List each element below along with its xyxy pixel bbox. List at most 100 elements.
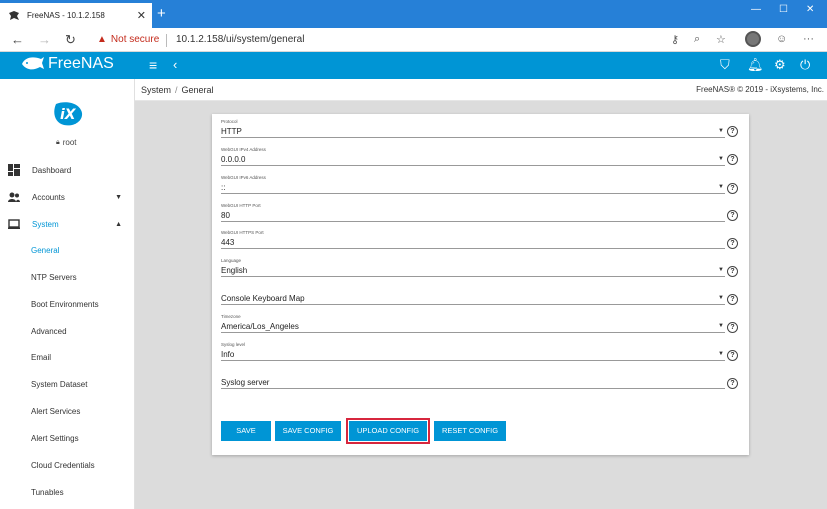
field-value: English ▼ bbox=[221, 264, 725, 277]
console-keyboard-map-select[interactable]: Console Keyboard Map ▼ bbox=[221, 286, 725, 305]
hamburger-menu-icon[interactable]: ≡ bbox=[149, 57, 157, 73]
help-icon[interactable]: ? bbox=[727, 210, 738, 221]
minimize-icon[interactable]: — bbox=[751, 4, 761, 15]
zoom-icon[interactable]: ⌕ bbox=[694, 33, 700, 46]
syslog-level-select[interactable]: Syslog level Info ▼ bbox=[221, 342, 725, 361]
dropdown-arrow-icon: ▼ bbox=[718, 128, 724, 134]
sidebar-subitem-email[interactable]: Email bbox=[31, 353, 51, 362]
key-icon[interactable]: ⚷ bbox=[671, 33, 679, 46]
window-close-icon[interactable]: ✕ bbox=[806, 4, 814, 15]
help-icon[interactable]: ? bbox=[727, 183, 738, 194]
help-icon[interactable]: ? bbox=[727, 238, 738, 249]
brand-name: FreeNAS bbox=[48, 55, 114, 72]
help-icon[interactable]: ? bbox=[727, 294, 738, 305]
sidebar-subitem-boot-environments[interactable]: Boot Environments bbox=[31, 300, 99, 309]
protocol-select[interactable]: Protocol HTTP ▼ bbox=[221, 119, 725, 138]
help-icon[interactable]: ? bbox=[727, 322, 738, 333]
new-tab-icon[interactable]: + bbox=[157, 5, 166, 22]
https-port-input[interactable]: WebGUI HTTPS Port 443 bbox=[221, 230, 725, 249]
favorite-star-icon[interactable]: ☆ bbox=[716, 33, 726, 46]
http-port-input[interactable]: WebGUI HTTP Port 80 bbox=[221, 203, 725, 222]
field-value: America/Los_Angeles ▼ bbox=[221, 320, 725, 333]
maximize-icon[interactable]: ☐ bbox=[779, 4, 788, 15]
field-value-text: English bbox=[221, 266, 248, 275]
emoji-feedback-icon[interactable]: ☺ bbox=[776, 33, 787, 45]
sidebar-subitem-cloud-credentials[interactable]: Cloud Credentials bbox=[31, 461, 95, 470]
field-value: Info ▼ bbox=[221, 348, 725, 361]
sidebar-item-system[interactable]: System ▲ bbox=[0, 214, 135, 234]
field-value-text: America/Los_Angeles bbox=[221, 322, 299, 331]
field-value: Syslog server bbox=[221, 376, 725, 389]
help-icon[interactable]: ? bbox=[727, 378, 738, 389]
address-separator bbox=[166, 34, 167, 47]
power-icon[interactable]: ⏻ bbox=[800, 57, 810, 73]
sidebar: iX 🔒︎ root Dashboard Accounts ▼ System ▲… bbox=[0, 79, 135, 509]
copyright-text: FreeNAS® © 2019 - iXsystems, Inc. bbox=[696, 85, 824, 94]
collapse-chevron-icon[interactable]: ‹ bbox=[173, 57, 177, 72]
language-select[interactable]: Language English ▼ bbox=[221, 258, 725, 277]
breadcrumb-parent[interactable]: System bbox=[141, 85, 171, 95]
browser-tab[interactable]: FreeNAS - 10.1.2.158 ✕ bbox=[0, 3, 152, 28]
field-value: :: ▼ bbox=[221, 181, 725, 194]
freenas-favicon-icon bbox=[8, 10, 20, 22]
lock-icon: 🔒︎ bbox=[56, 138, 60, 146]
field-value-text: Console Keyboard Map bbox=[221, 294, 305, 303]
breadcrumb: System / General bbox=[141, 85, 214, 95]
address-bar: ← → ↻ ▲ Not secure 10.1.2.158/ui/system/… bbox=[0, 28, 827, 52]
field-value: 0.0.0.0 ▼ bbox=[221, 153, 725, 166]
back-arrow-icon[interactable]: ← bbox=[11, 32, 24, 47]
security-indicator[interactable]: ▲ Not secure bbox=[97, 34, 159, 45]
sidebar-subitem-ntp-servers[interactable]: NTP Servers bbox=[31, 273, 77, 282]
sidebar-subitem-alert-settings[interactable]: Alert Settings bbox=[31, 434, 79, 443]
sidebar-item-accounts[interactable]: Accounts ▼ bbox=[0, 187, 135, 207]
close-tab-icon[interactable]: ✕ bbox=[137, 9, 146, 22]
upload-config-button[interactable]: UPLOAD CONFIG bbox=[346, 418, 430, 444]
expand-caret-icon: ▼ bbox=[115, 193, 122, 201]
sidebar-subitem-general[interactable]: General bbox=[31, 246, 59, 255]
help-icon[interactable]: ? bbox=[727, 266, 738, 277]
field-value-text: :: bbox=[221, 183, 226, 192]
sidebar-item-label: System bbox=[32, 219, 59, 229]
breadcrumb-current: General bbox=[181, 85, 214, 95]
sidebar-subitem-tunables[interactable]: Tunables bbox=[31, 488, 64, 497]
field-value-text: Info bbox=[221, 350, 235, 359]
freenas-logo[interactable]: FreeNAS bbox=[21, 55, 114, 73]
help-icon[interactable]: ? bbox=[727, 126, 738, 137]
url-field[interactable]: 10.1.2.158/ui/system/general bbox=[176, 34, 304, 45]
profile-avatar[interactable] bbox=[745, 31, 761, 47]
refresh-icon[interactable]: ↻ bbox=[65, 32, 76, 48]
tab-title: FreeNAS - 10.1.2.158 bbox=[27, 11, 105, 20]
field-value-text: 80 bbox=[221, 211, 230, 220]
ipv4-address-select[interactable]: WebGUI IPv4 Address 0.0.0.0 ▼ bbox=[221, 147, 725, 166]
sidebar-subitem-system-dataset[interactable]: System Dataset bbox=[31, 380, 87, 389]
timezone-select[interactable]: Timezone America/Los_Angeles ▼ bbox=[221, 314, 725, 333]
sidebar-subitem-advanced[interactable]: Advanced bbox=[31, 327, 67, 336]
sidebar-item-dashboard[interactable]: Dashboard bbox=[0, 160, 135, 180]
more-menu-icon[interactable]: ··· bbox=[803, 33, 814, 45]
field-value: 80 bbox=[221, 209, 725, 222]
dropdown-arrow-icon: ▼ bbox=[718, 267, 724, 273]
syslog-server-input[interactable]: Syslog server bbox=[221, 370, 725, 389]
help-icon[interactable]: ? bbox=[727, 154, 738, 165]
breadcrumb-bar: System / General FreeNAS® © 2019 - iXsyste… bbox=[135, 79, 827, 101]
dashboard-icon bbox=[8, 164, 20, 176]
browser-tab-bar: FreeNAS - 10.1.2.158 ✕ + — ☐ ✕ bbox=[0, 0, 827, 28]
task-manager-icon[interactable]: ⛉ bbox=[720, 57, 730, 73]
field-value: Console Keyboard Map ▼ bbox=[221, 292, 725, 305]
save-config-button[interactable]: SAVE CONFIG bbox=[275, 421, 341, 441]
sidebar-subitem-alert-services[interactable]: Alert Services bbox=[31, 407, 80, 416]
warning-icon: ▲ bbox=[97, 34, 107, 45]
security-label: Not secure bbox=[110, 34, 160, 45]
settings-gear-icon[interactable]: ⚙ bbox=[774, 57, 786, 73]
ipv6-address-select[interactable]: WebGUI IPv6 Address :: ▼ bbox=[221, 175, 725, 194]
accounts-icon bbox=[8, 191, 20, 203]
ixsystems-logo-icon: iX bbox=[54, 102, 83, 126]
reset-config-button[interactable]: RESET CONFIG bbox=[434, 421, 506, 441]
notifications-bell-icon[interactable]: 🔔︎ bbox=[747, 57, 764, 73]
help-icon[interactable]: ? bbox=[727, 350, 738, 361]
current-user: 🔒︎ root bbox=[56, 138, 77, 147]
username: root bbox=[62, 138, 77, 147]
forward-arrow-icon[interactable]: → bbox=[38, 32, 51, 47]
save-button[interactable]: SAVE bbox=[221, 421, 271, 441]
general-settings-form: Protocol HTTP ▼ ? WebGUI IPv4 Address 0.0… bbox=[212, 114, 749, 455]
